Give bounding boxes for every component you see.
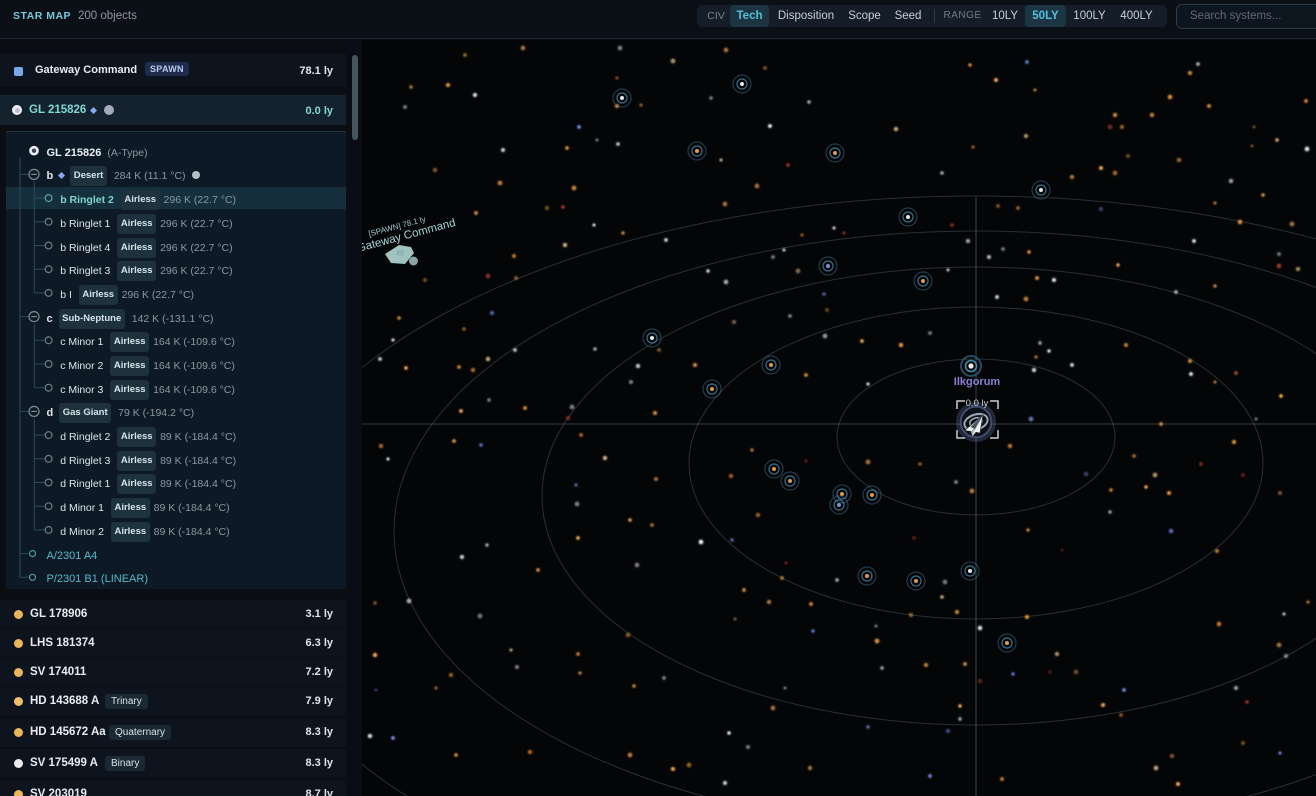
svg-text:Ilkgorum: Ilkgorum	[954, 376, 1001, 388]
svg-text:0.0 ly: 0.0 ly	[966, 398, 989, 409]
